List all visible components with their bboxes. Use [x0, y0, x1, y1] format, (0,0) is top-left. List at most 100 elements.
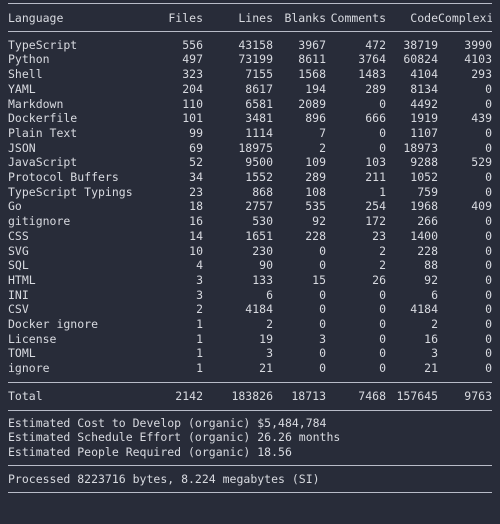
cell-complexity: 0 — [485, 96, 492, 111]
cell-blanks: 194 — [305, 81, 326, 96]
cell-blanks: 0 — [319, 361, 326, 376]
cell-files: 3 — [196, 272, 203, 287]
cell-lines: 1552 — [245, 170, 273, 185]
table-row: Protocol Buffers 34 1552 289 211 1052 0 — [8, 170, 492, 185]
cell-code: 21 — [424, 361, 438, 376]
cell-lines: 19 — [259, 331, 273, 346]
table-body: TypeScript 556 43158 3967 472 38719 3990 Python… — [8, 38, 492, 376]
cell-files: 52 — [189, 155, 203, 170]
cell-complexity: 0 — [485, 361, 492, 376]
cell-complexity: 0 — [485, 331, 492, 346]
cell-files: 16 — [189, 214, 203, 229]
cell-code: 228 — [417, 243, 438, 258]
cell-blanks: 108 — [305, 184, 326, 199]
cell-lines: 1651 — [245, 228, 273, 243]
table-row: Go 18 2757 535 254 1968 409 — [8, 199, 492, 214]
cell-comments: 0 — [379, 317, 386, 332]
total-body: Total 2142 183826 18713 7468 157645 9763 — [8, 389, 492, 404]
cell-language: YAML — [8, 81, 36, 96]
cell-blanks: 92 — [312, 214, 326, 229]
cell-complexity: 0 — [485, 346, 492, 361]
cell-blanks: 15 — [312, 272, 326, 287]
cell-lines: 2757 — [245, 199, 273, 214]
cell-complexity: 0 — [485, 125, 492, 140]
cell-comments: 2 — [379, 258, 386, 273]
cell-lines: 4184 — [245, 302, 273, 317]
cell-comments: 254 — [365, 199, 386, 214]
estimated-cost-line: Estimated Cost to Develop (organic) $5,4… — [8, 415, 327, 430]
cell-files: 18 — [189, 199, 203, 214]
total-files: 2142 — [175, 388, 203, 403]
cell-code: 4184 — [410, 302, 438, 317]
cell-code: 4104 — [410, 67, 438, 82]
cell-blanks: 0 — [319, 287, 326, 302]
estimated-people-line: Estimated People Required (organic) 18.5… — [8, 444, 292, 459]
cell-language: License — [8, 331, 57, 346]
cell-comments: 666 — [365, 111, 386, 126]
cell-complexity: 439 — [471, 111, 492, 126]
total-complexity: 9763 — [464, 388, 492, 403]
cell-blanks: 228 — [305, 228, 326, 243]
processed-bytes-line: Processed 8223716 bytes, 8.224 megabytes… — [8, 471, 320, 486]
cell-lines: 2 — [266, 317, 273, 332]
cell-files: 1 — [196, 361, 203, 376]
table-row: Plain Text 99 1114 7 0 1107 0 — [8, 126, 492, 141]
cell-code: 6 — [431, 287, 438, 302]
table-header-row: Language Files Lines Blanks Comments Cod… — [8, 11, 492, 26]
cell-comments: 211 — [365, 170, 386, 185]
cell-files: 34 — [189, 170, 203, 185]
cell-files: 1 — [196, 317, 203, 332]
table-row: TypeScript Typings 23 868 108 1 759 0 — [8, 185, 492, 200]
table-row: INI 3 6 0 0 6 0 — [8, 288, 492, 303]
table-row: CSS 14 1651 228 23 1400 0 — [8, 229, 492, 244]
cell-code: 38719 — [403, 37, 438, 52]
cell-complexity: 0 — [485, 287, 492, 302]
table-row: Markdown 110 6581 2089 0 4492 0 — [8, 97, 492, 112]
language-statistics-table: Language Files Lines Blanks Comments Cod… — [8, 11, 492, 26]
table-row: JSON 69 18975 2 0 18973 0 — [8, 141, 492, 156]
cell-lines: 21 — [259, 361, 273, 376]
cell-language: Plain Text — [8, 125, 78, 140]
table-row: SQL 4 90 0 2 88 0 — [8, 258, 492, 273]
cell-blanks: 0 — [319, 258, 326, 273]
cell-lines: 1114 — [245, 125, 273, 140]
column-header-lines: Lines — [238, 11, 273, 25]
cell-code: 1052 — [410, 170, 438, 185]
column-header-files: Files — [168, 11, 203, 25]
cell-blanks: 535 — [305, 199, 326, 214]
cell-blanks: 0 — [319, 317, 326, 332]
cell-code: 4492 — [410, 96, 438, 111]
cell-comments: 2 — [379, 243, 386, 258]
cell-complexity: 0 — [485, 258, 492, 273]
table-row: gitignore 16 530 92 172 266 0 — [8, 214, 492, 229]
cell-language: TypeScript Typings — [8, 184, 133, 199]
cell-lines: 868 — [252, 184, 273, 199]
cell-language: INI — [8, 287, 29, 302]
cell-comments: 0 — [379, 125, 386, 140]
cell-language: SQL — [8, 258, 29, 273]
total-blanks: 18713 — [291, 388, 326, 403]
cell-lines: 230 — [252, 243, 273, 258]
table-row: SVG 10 230 0 2 228 0 — [8, 244, 492, 259]
cell-files: 23 — [189, 184, 203, 199]
table-row-total: Total 2142 183826 18713 7468 157645 9763 — [8, 389, 492, 404]
cell-comments: 1 — [379, 184, 386, 199]
cell-lines: 18975 — [238, 140, 273, 155]
cell-language: Docker ignore — [8, 317, 99, 332]
cell-code: 16 — [424, 331, 438, 346]
table-row: Dockerfile 101 3481 896 666 1919 439 — [8, 111, 492, 126]
cell-files: 3 — [196, 287, 203, 302]
cell-language: SVG — [8, 243, 29, 258]
cell-code: 1107 — [410, 125, 438, 140]
cell-language: JavaScript — [8, 155, 78, 170]
cell-files: 99 — [189, 125, 203, 140]
cell-comments: 0 — [379, 346, 386, 361]
cell-language: Protocol Buffers — [8, 170, 119, 185]
cell-lines: 3481 — [245, 111, 273, 126]
cell-comments: 3764 — [358, 52, 386, 67]
cell-complexity: 0 — [485, 81, 492, 96]
cell-lines: 530 — [252, 214, 273, 229]
cell-files: 1 — [196, 346, 203, 361]
total-table: Total 2142 183826 18713 7468 157645 9763 — [8, 389, 492, 404]
cell-lines: 8617 — [245, 81, 273, 96]
